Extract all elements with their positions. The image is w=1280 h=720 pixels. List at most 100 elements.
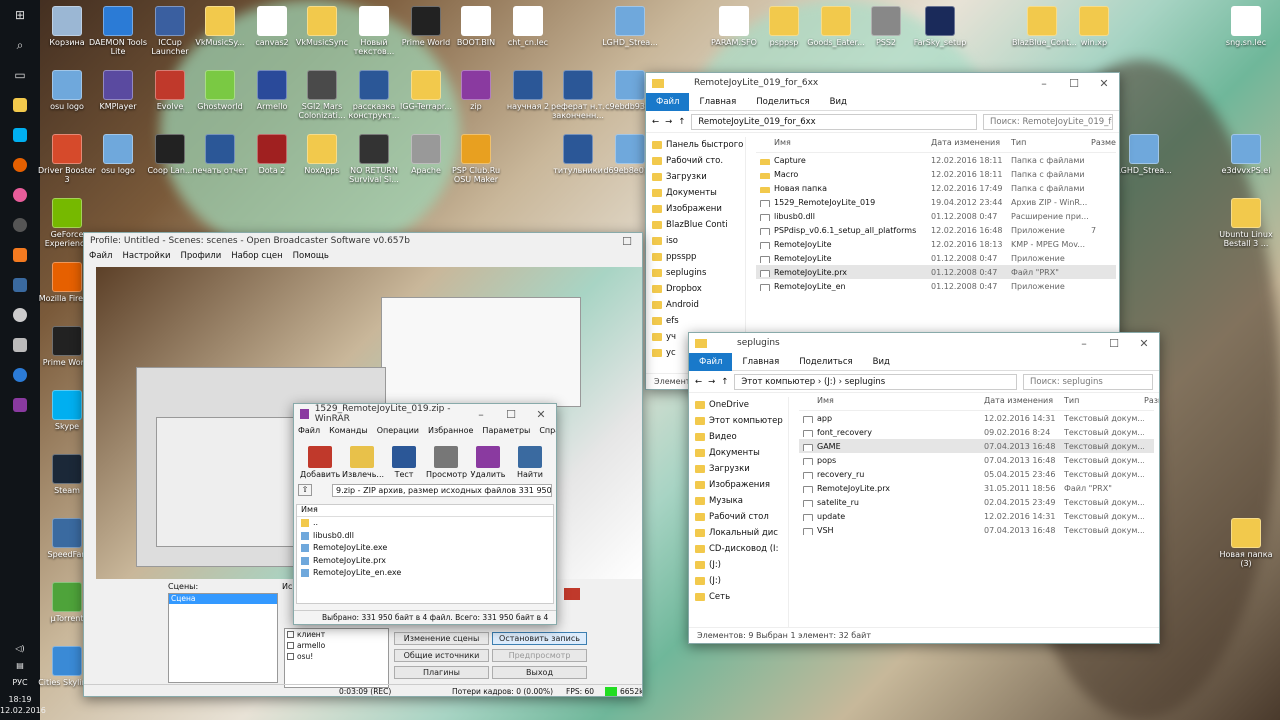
taskbar-app-osu[interactable] bbox=[0, 180, 40, 210]
desktop-icon[interactable]: титульники bbox=[548, 134, 608, 175]
nav-item[interactable]: CD-дисковод (I: bbox=[689, 541, 788, 557]
desktop-icon[interactable]: LGHD_Strea... bbox=[1114, 134, 1174, 175]
nav-item[interactable]: Dropbox bbox=[646, 281, 745, 297]
desktop-icon[interactable]: VkMusicSy... bbox=[190, 6, 250, 47]
taskbar-app-settings[interactable] bbox=[0, 360, 40, 390]
nav-item[interactable]: Изображени bbox=[646, 201, 745, 217]
file-row[interactable]: Новая папка 12.02.2016 17:49 Папка с файла… bbox=[756, 181, 1116, 195]
nav-item[interactable]: Рабочий стол bbox=[689, 509, 788, 525]
nav-item[interactable]: ppsspp bbox=[646, 249, 745, 265]
archive-path[interactable]: 9.zip - ZIP архив, размер исходных файло… bbox=[332, 483, 552, 497]
maximize-button[interactable]: ☐ bbox=[1099, 337, 1129, 350]
nav-item[interactable]: Музыка bbox=[689, 493, 788, 509]
title-bar[interactable]: 1529_RemoteJoyLite_019.zip - WinRAR – ☐ ✕ bbox=[294, 404, 556, 424]
desktop-icon[interactable]: NO RETURN Survival Si... bbox=[344, 134, 404, 184]
menu-item[interactable]: Профили bbox=[181, 249, 222, 263]
file-row[interactable]: font_recovery 09.02.2016 8:24 Текстовый до… bbox=[799, 425, 1154, 439]
menu-item[interactable]: Операции bbox=[377, 424, 419, 437]
scene-item[interactable]: Сцена bbox=[169, 594, 277, 604]
nav-item[interactable]: Изображения bbox=[689, 477, 788, 493]
archive-file-row[interactable]: RemoteJoyLite_en.exe bbox=[297, 567, 553, 580]
file-row[interactable]: update 12.02.2016 14:31 Текстовый докум... bbox=[799, 509, 1154, 523]
desktop-icon[interactable]: реферат н.т. законченн... bbox=[548, 70, 608, 120]
menu-item[interactable]: Файл bbox=[298, 424, 320, 437]
scene-settings-button[interactable]: Изменение сцены bbox=[394, 632, 489, 645]
desktop-icon[interactable]: рассказка конструкт... bbox=[344, 70, 404, 120]
minimize-button[interactable]: – bbox=[1029, 77, 1059, 90]
maximize-button[interactable]: ☐ bbox=[496, 408, 526, 421]
file-row[interactable]: VSH 07.04.2013 16:48 Текстовый докум... bbox=[799, 523, 1154, 537]
close-button[interactable]: ✕ bbox=[526, 408, 556, 421]
clock-date[interactable]: 12.02.2016 bbox=[0, 705, 46, 716]
nav-item[interactable]: (J:) bbox=[689, 573, 788, 589]
file-row[interactable]: RemoteJoyLite.prx 01.12.2008 0:47 Файл "PR… bbox=[756, 265, 1116, 279]
forward-arrow-icon[interactable]: → bbox=[708, 377, 715, 387]
file-row[interactable]: RemoteJoyLite 01.12.2008 0:47 Приложение bbox=[756, 251, 1116, 265]
toolbar-button[interactable]: Просмотр bbox=[426, 446, 467, 479]
nav-item[interactable]: BlazBlue Conti bbox=[646, 217, 745, 233]
desktop-icon[interactable]: BOOT.BIN bbox=[446, 6, 506, 47]
nav-item[interactable]: efs bbox=[646, 313, 745, 329]
desktop-icon[interactable]: sng.sn.lec bbox=[1216, 6, 1276, 47]
desktop-icon[interactable]: e3dvvxPS.el bbox=[1216, 134, 1276, 175]
column-header[interactable]: Дата изменения bbox=[984, 396, 1064, 405]
nav-item[interactable]: Документы bbox=[689, 445, 788, 461]
desktop-icon[interactable]: SGI2 Mars Colonizati... bbox=[292, 70, 352, 120]
menu-item[interactable]: Файл bbox=[89, 249, 112, 263]
file-row[interactable]: app 12.02.2016 14:31 Текстовый докум... bbox=[799, 411, 1154, 425]
address-path[interactable]: Этот компьютер › (J:) › seplugins bbox=[734, 373, 1017, 390]
up-folder-icon[interactable]: ⇧ bbox=[298, 484, 312, 496]
nav-item[interactable]: seplugins bbox=[646, 265, 745, 281]
toolbar-button[interactable]: Найти bbox=[510, 446, 550, 479]
title-bar[interactable]: RemoteJoyLite_019_for_6xx – ☐ ✕ bbox=[646, 73, 1119, 93]
toolbar-button[interactable]: Извлечь... bbox=[342, 446, 384, 479]
desktop-icon[interactable]: osu logo bbox=[88, 134, 148, 175]
maximize-button[interactable]: ☐ bbox=[612, 235, 642, 248]
desktop-icon[interactable]: win.xp bbox=[1064, 6, 1124, 47]
source-checkbox[interactable] bbox=[287, 642, 294, 649]
desktop-icon[interactable]: psppsp bbox=[754, 6, 814, 47]
nav-item[interactable]: Android bbox=[646, 297, 745, 313]
desktop-icon[interactable]: cht_cn.lec bbox=[498, 6, 558, 47]
explorer-window-seplugins[interactable]: seplugins – ☐ ✕ Файл Главная Поделиться Ви… bbox=[688, 332, 1160, 644]
ribbon-tab-home[interactable]: Главная bbox=[689, 97, 746, 107]
desktop-icon[interactable]: zip bbox=[446, 70, 506, 111]
plugins-button[interactable]: Плагины bbox=[394, 666, 489, 679]
file-row[interactable]: libusb0.dll 01.12.2008 0:47 Расширение при… bbox=[756, 209, 1116, 223]
stop-recording-button[interactable]: Остановить запись bbox=[492, 632, 587, 645]
back-arrow-icon[interactable]: ← bbox=[695, 377, 702, 387]
file-row[interactable]: Macro 12.02.2016 18:11 Папка с файлами bbox=[756, 167, 1116, 181]
ribbon-tab-file[interactable]: Файл bbox=[689, 352, 733, 371]
column-header[interactable]: Тип bbox=[1064, 396, 1144, 405]
desktop-icon[interactable]: PSS2 bbox=[856, 6, 916, 47]
scenes-list[interactable]: Сцена bbox=[168, 593, 278, 683]
menu-item[interactable]: Помощь bbox=[293, 249, 329, 263]
ribbon-tab-view[interactable]: Вид bbox=[820, 97, 857, 107]
column-header-name[interactable]: Имя bbox=[297, 505, 553, 517]
archive-file-row[interactable]: .. bbox=[297, 517, 553, 530]
ribbon-tab-share[interactable]: Поделиться bbox=[746, 97, 819, 107]
file-row[interactable]: GAME 07.04.2013 16:48 Текстовый докум... bbox=[799, 439, 1154, 453]
column-header[interactable]: Имя bbox=[756, 138, 931, 147]
archive-file-row[interactable]: RemoteJoyLite.prx bbox=[297, 555, 553, 568]
minimize-button[interactable]: – bbox=[466, 408, 496, 421]
column-header[interactable]: Разме bbox=[1091, 138, 1116, 147]
desktop-icon[interactable]: Новая папка (3) bbox=[1216, 518, 1276, 568]
archive-file-row[interactable]: libusb0.dll bbox=[297, 530, 553, 543]
menu-item[interactable]: Справка bbox=[539, 424, 556, 437]
search-input[interactable]: Поиск: RemoteJoyLite_019_fo... bbox=[983, 113, 1113, 130]
column-header[interactable]: Тип bbox=[1011, 138, 1091, 147]
file-row[interactable]: pops 07.04.2013 16:48 Текстовый докум... bbox=[799, 453, 1154, 467]
nav-item[interactable]: (J:) bbox=[689, 557, 788, 573]
speaker-icon[interactable] bbox=[564, 588, 580, 600]
toolbar-button[interactable]: Тест bbox=[384, 446, 424, 479]
desktop-icon[interactable]: PSP Club.Ru OSU Maker bbox=[446, 134, 506, 184]
sources-list[interactable]: клиент armello osu! bbox=[284, 628, 389, 688]
file-row[interactable]: RemoteJoyLite_en 01.12.2008 0:47 Приложени… bbox=[756, 279, 1116, 293]
column-header[interactable]: Имя bbox=[799, 396, 984, 405]
file-row[interactable]: satelite_ru 02.04.2015 23:49 Текстовый док… bbox=[799, 495, 1154, 509]
minimize-button[interactable]: – bbox=[1069, 337, 1099, 350]
back-arrow-icon[interactable]: ← bbox=[652, 117, 659, 127]
desktop-icon[interactable]: FarSky_setup bbox=[910, 6, 970, 47]
forward-arrow-icon[interactable]: → bbox=[665, 117, 672, 127]
